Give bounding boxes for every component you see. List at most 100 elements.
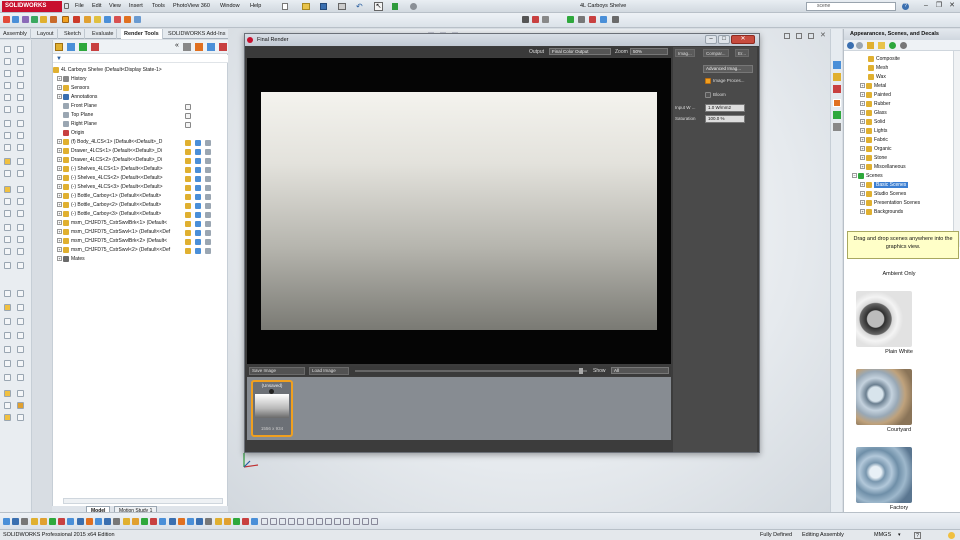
motion-bar-icon[interactable]: [205, 518, 213, 525]
scene-status-icon[interactable]: [205, 239, 211, 245]
settings-icon[interactable]: [612, 16, 619, 23]
appearance-status-icon[interactable]: [185, 167, 191, 173]
smart-dimension-icon[interactable]: [17, 46, 24, 53]
render-tool-icon[interactable]: [3, 16, 10, 23]
toolbox-bar-icon[interactable]: [242, 518, 250, 525]
appearance-status-icon[interactable]: [185, 194, 191, 200]
image-processing-checkbox[interactable]: [705, 78, 711, 84]
expand-icon[interactable]: +: [57, 256, 62, 262]
print-icon[interactable]: [338, 3, 346, 10]
expand-icon[interactable]: +: [860, 128, 865, 134]
rebuild-icon[interactable]: [392, 3, 398, 10]
expand-icon[interactable]: +: [57, 229, 62, 235]
hole-icon[interactable]: [17, 170, 24, 177]
point-bar-icon[interactable]: [279, 518, 286, 525]
explode-bar-icon[interactable]: [85, 518, 93, 525]
tree-item[interactable]: + History: [53, 75, 229, 84]
expand-icon[interactable]: +: [57, 211, 62, 217]
tree-item[interactable]: + Mates: [53, 255, 229, 264]
tree-item[interactable]: Right Plane: [53, 120, 229, 129]
home-icon[interactable]: [867, 42, 874, 49]
viewport-close-icon[interactable]: ✕: [820, 31, 826, 39]
appearance-tree-item[interactable]: + Studio Scenes: [844, 190, 954, 199]
paste-bar-icon[interactable]: [76, 518, 84, 525]
display-manager-tab-icon[interactable]: [183, 43, 191, 51]
output-select[interactable]: Final Color Output: [549, 48, 611, 55]
scene-status-icon[interactable]: [205, 194, 211, 200]
tree-item[interactable]: + (-) Bottle_Carboy<1> (Default<<Default>: [53, 192, 229, 201]
expand-icon[interactable]: +: [57, 247, 62, 253]
measure-icon[interactable]: [4, 236, 11, 243]
tree-item[interactable]: + Drawer_4LCS<2> (Default<<Default>_Di: [53, 156, 229, 165]
design-library-icon[interactable]: [833, 61, 841, 69]
tab-render-tools[interactable]: Render Tools: [121, 29, 163, 39]
copy-bar-icon[interactable]: [67, 518, 75, 525]
select-filter-icon[interactable]: [12, 518, 20, 525]
tree-item[interactable]: + msm_CHJFD75_CstrSwvl<1> (Default<<Def: [53, 228, 229, 237]
render-canvas[interactable]: [247, 58, 671, 364]
refresh-icon[interactable]: [889, 42, 896, 49]
plane-visibility-icon[interactable]: [185, 104, 191, 110]
preview-window-icon[interactable]: [12, 16, 19, 23]
plane-visibility-icon[interactable]: [185, 113, 191, 119]
sweep-icon[interactable]: [4, 132, 11, 139]
circle-bar-icon[interactable]: [288, 518, 296, 525]
web-bar-icon[interactable]: [269, 518, 277, 525]
scene-status-icon[interactable]: [205, 185, 211, 191]
back-icon[interactable]: [847, 42, 854, 49]
display-state-icon[interactable]: [195, 194, 201, 200]
advanced-image-button[interactable]: Advanced Imag...: [703, 65, 753, 73]
render-thumbnail[interactable]: (Unsaved) 1556 x 934: [251, 380, 293, 437]
markup-icon[interactable]: [4, 374, 11, 381]
expand-icon[interactable]: +: [57, 175, 62, 181]
menu-view[interactable]: View: [109, 2, 121, 11]
expand-icon[interactable]: +: [860, 191, 865, 197]
display-state-icon[interactable]: [195, 149, 201, 155]
render-close-button[interactable]: ✕: [731, 35, 755, 44]
new-document-icon[interactable]: [282, 3, 288, 10]
section-bar-icon[interactable]: [95, 518, 102, 525]
tree-item[interactable]: + Sensors: [53, 84, 229, 93]
schedule-render-icon[interactable]: [124, 16, 131, 23]
appearance-tree-item[interactable]: + Stone: [844, 154, 954, 163]
hide-show-icon[interactable]: [17, 262, 24, 269]
capture-icon[interactable]: [542, 16, 549, 23]
pattern-tool-icon[interactable]: [17, 106, 24, 113]
appearance-manager-tab-icon[interactable]: [195, 43, 203, 51]
menu-insert[interactable]: Insert: [129, 2, 143, 11]
spline-tool-icon[interactable]: [4, 82, 11, 89]
routing-icon[interactable]: [4, 346, 11, 353]
display-state-icon[interactable]: [195, 203, 201, 209]
custom-properties-icon[interactable]: [833, 111, 841, 119]
status-units[interactable]: MMGS: [874, 530, 891, 540]
scene-status-icon[interactable]: [205, 167, 211, 173]
options-video-icon[interactable]: [600, 16, 607, 23]
expand-icon[interactable]: +: [860, 83, 865, 89]
tab-assembly[interactable]: Assembly: [0, 29, 31, 39]
play-icon[interactable]: [567, 16, 574, 23]
expand-icon[interactable]: +: [860, 146, 865, 152]
view-orientation-icon[interactable]: [17, 374, 24, 381]
mass-properties-icon[interactable]: [17, 236, 24, 243]
insert-component-icon[interactable]: [17, 186, 24, 193]
light-icon[interactable]: [94, 16, 101, 23]
expand-icon[interactable]: +: [57, 139, 62, 145]
expand-icon[interactable]: +: [860, 155, 865, 161]
property-manager-tab-icon[interactable]: [67, 43, 75, 51]
viewport-tile-icon[interactable]: [784, 33, 790, 39]
measure-bar-icon[interactable]: [104, 518, 112, 525]
flow-bar-icon[interactable]: [214, 518, 222, 525]
scene-status-icon[interactable]: [205, 149, 211, 155]
bloom-checkbox[interactable]: [705, 92, 711, 98]
section-view-icon[interactable]: [4, 248, 11, 255]
reference-geometry-icon[interactable]: [4, 224, 11, 231]
mate-bar-icon[interactable]: [30, 518, 38, 525]
expand-icon[interactable]: +: [57, 94, 62, 100]
appearance-status-icon[interactable]: [185, 185, 191, 191]
tree-item[interactable]: + msm_CHJFD75_CstrSwvlBrk<2> (Default<: [53, 237, 229, 246]
expand-icon[interactable]: +: [57, 184, 62, 190]
appearance-tree-item[interactable]: + Organic: [844, 145, 954, 154]
tree-item[interactable]: + Drawer_4LCS<1> (Default<<Default>_Di: [53, 147, 229, 156]
chamfer-icon[interactable]: [17, 144, 24, 151]
display-state-icon[interactable]: [195, 239, 201, 245]
